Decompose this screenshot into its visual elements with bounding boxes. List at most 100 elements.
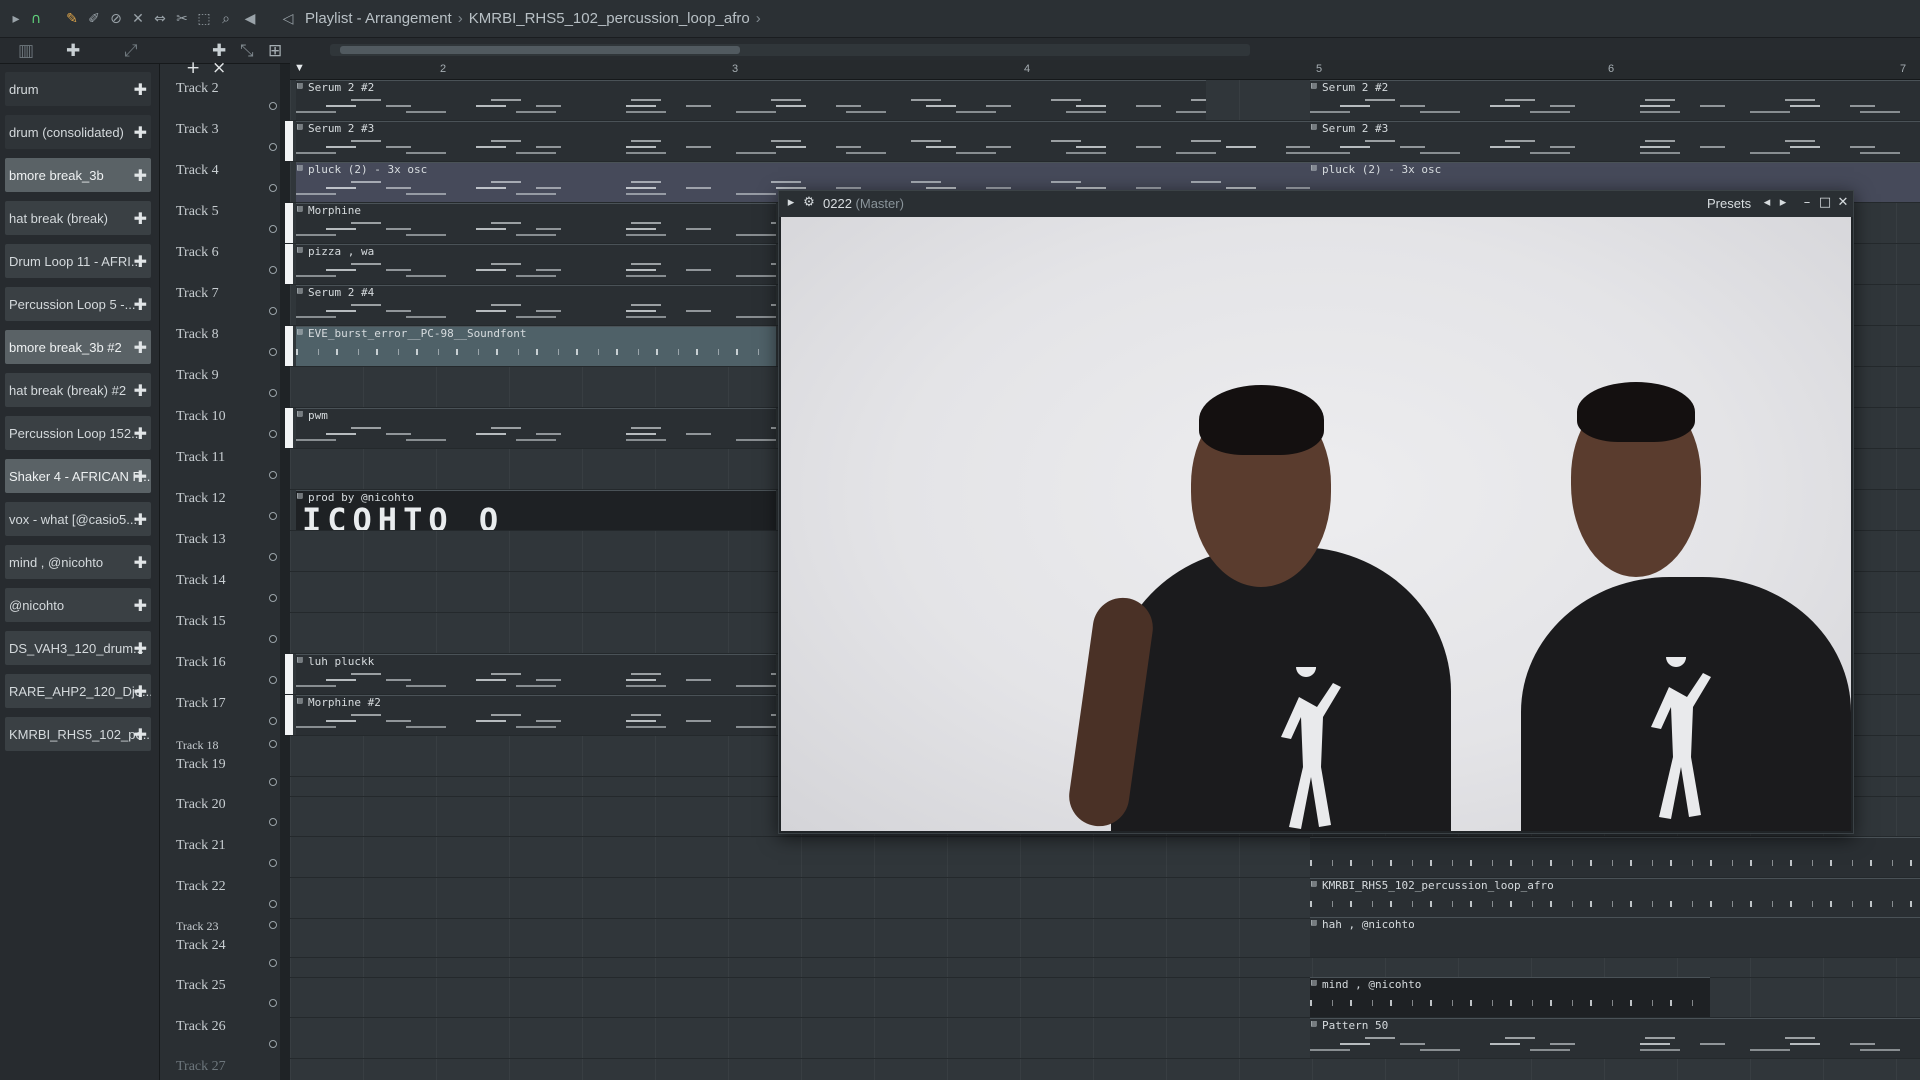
picker-item[interactable]: hat break (break) #2 ✚ [5, 373, 151, 407]
picker-item[interactable]: @nicohto ✚ [5, 588, 151, 622]
track-label[interactable]: Track 3 [176, 122, 219, 138]
track-enable-toggle[interactable] [269, 1040, 277, 1048]
add-icon[interactable]: ✚ [134, 338, 147, 357]
picker-item[interactable]: vox - what [@casio5... ✚ [5, 502, 151, 536]
add-icon[interactable]: ✚ [134, 467, 147, 486]
magnet-icon[interactable]: ∩ [28, 11, 44, 27]
preset-next-icon[interactable]: ▸ [1775, 195, 1791, 211]
picker-item[interactable]: bmore break_3b #2 ✚ [5, 330, 151, 364]
picker-item[interactable]: mind , @nicohto ✚ [5, 545, 151, 579]
track-enable-toggle[interactable] [269, 430, 277, 438]
add-icon[interactable]: ✚ [134, 166, 147, 185]
select-icon[interactable]: ⬚ [196, 11, 212, 27]
track-enable-toggle[interactable] [269, 921, 277, 929]
playlist-clip[interactable]: EVE_burst_error__PC-98__Soundfont [296, 326, 776, 366]
slip-icon[interactable]: ⇔ [152, 11, 168, 27]
track-enable-toggle[interactable] [269, 389, 277, 397]
track-label[interactable]: Track 2 [176, 81, 219, 97]
track-enable-toggle[interactable] [269, 900, 277, 908]
horizontal-scrollbar[interactable] [330, 44, 1250, 56]
track-enable-toggle[interactable] [269, 512, 277, 520]
track-label[interactable]: Track 9 [176, 368, 219, 384]
track-enable-toggle[interactable] [269, 143, 277, 151]
playlist-clip[interactable]: luh pluckk [296, 654, 776, 694]
track-label[interactable]: Track 16 [176, 655, 226, 671]
add-icon[interactable]: ✚ [134, 80, 147, 99]
zoom-icon[interactable]: ⌕ [218, 11, 234, 27]
picker-add-icon[interactable]: ✚ [66, 42, 80, 60]
picker-item[interactable]: Percussion Loop 5 -... ✚ [5, 287, 151, 321]
picker-item[interactable]: Shaker 4 - AFRICAN P... ✚ [5, 459, 151, 493]
track-label[interactable]: Track 13 [176, 532, 226, 548]
picker-item[interactable]: KMRBI_RHS5_102_pe... ✚ [5, 717, 151, 751]
playlist-clip[interactable]: Morphine [296, 203, 776, 243]
track-label[interactable]: Track 22 [176, 879, 226, 895]
track-enable-toggle[interactable] [269, 594, 277, 602]
speaker-icon[interactable]: ◀ [242, 11, 258, 27]
track-label[interactable]: Track 5 [176, 204, 219, 220]
add-icon[interactable]: ✚ [134, 209, 147, 228]
preset-prev-icon[interactable]: ◂ [1759, 195, 1775, 211]
track-enable-toggle[interactable] [269, 818, 277, 826]
minimize-icon[interactable]: – [1799, 195, 1815, 211]
track-label[interactable]: Track 14 [176, 573, 226, 589]
track-label[interactable]: Track 10 [176, 409, 226, 425]
close-icon[interactable]: ✕ [1835, 195, 1851, 211]
picker-link-icon[interactable]: ⤢ [124, 42, 138, 60]
audio-icon[interactable]: ◁ [280, 11, 296, 27]
add-icon[interactable]: ✚ [134, 252, 147, 271]
track-enable-toggle[interactable] [269, 225, 277, 233]
track-enable-toggle[interactable] [269, 635, 277, 643]
playlist-clip[interactable]: Serum 2 #2 [296, 80, 1206, 120]
track-label[interactable]: Track 25 [176, 978, 226, 994]
add-icon[interactable]: ✚ [134, 510, 147, 529]
playlist-clip[interactable]: Serum 2 #2 [1310, 80, 1920, 120]
video-titlebar[interactable]: ▸ ⚙ 0222 (Master) Presets ◂ ▸ – □ ✕ [779, 191, 1853, 217]
gear-icon[interactable]: ⚙ [801, 195, 817, 211]
arrow-right-icon[interactable]: ▸ [8, 11, 24, 27]
picker-item[interactable]: drum ✚ [5, 72, 151, 106]
add-icon[interactable]: ✚ [134, 639, 147, 658]
track-label[interactable]: Track 20 [176, 797, 226, 813]
picker-item[interactable]: bmore break_3b ✚ [5, 158, 151, 192]
track-enable-toggle[interactable] [269, 778, 277, 786]
slice-icon[interactable]: ✂ [174, 11, 190, 27]
playlist-clip[interactable]: pwm [296, 408, 776, 448]
add-icon[interactable]: ✚ [134, 553, 147, 572]
add-icon[interactable]: ✚ [134, 295, 147, 314]
track-enable-toggle[interactable] [269, 184, 277, 192]
track-enable-toggle[interactable] [269, 959, 277, 967]
track-label[interactable]: Track 27 [176, 1059, 226, 1075]
track-label[interactable]: Track 12 [176, 491, 226, 507]
track-enable-toggle[interactable] [269, 307, 277, 315]
expand-arrow-icon[interactable]: ▸ [783, 195, 799, 211]
track-label[interactable]: Track 17 [176, 696, 226, 712]
picker-item[interactable]: drum (consolidated) ✚ [5, 115, 151, 149]
track-enable-toggle[interactable] [269, 740, 277, 748]
track-enable-toggle[interactable] [269, 859, 277, 867]
track-enable-toggle[interactable] [269, 999, 277, 1007]
track-label[interactable]: Track 15 [176, 614, 226, 630]
track-enable-toggle[interactable] [269, 471, 277, 479]
picker-item[interactable]: Percussion Loop 152... ✚ [5, 416, 151, 450]
playlist-clip[interactable]: Serum 2 #3 [1310, 121, 1920, 161]
track-label[interactable]: Track 11 [176, 450, 225, 466]
add-icon[interactable]: ✚ [134, 725, 147, 744]
picker-item[interactable]: hat break (break) ✚ [5, 201, 151, 235]
picker-item[interactable]: Drum Loop 11 - AFRI... ✚ [5, 244, 151, 278]
add-icon[interactable]: ✚ [134, 424, 147, 443]
presets-label[interactable]: Presets [1707, 196, 1751, 211]
playhead-marker-icon[interactable]: ▼ [294, 62, 305, 74]
track-label[interactable]: Track 4 [176, 163, 219, 179]
track-enable-toggle[interactable] [269, 717, 277, 725]
playlist-clip[interactable]: prod by @nicohtoICOHTO O [296, 490, 776, 530]
add-icon[interactable]: ✚ [134, 682, 147, 701]
timeline-ruler[interactable]: ▼ 2 3 4 5 6 7 [290, 60, 1920, 80]
track-enable-toggle[interactable] [269, 266, 277, 274]
mute-icon[interactable]: ✕ [130, 11, 146, 27]
close-track-icon[interactable]: × [212, 58, 226, 78]
track-label[interactable]: Track 24 [176, 938, 226, 954]
playlist-clip[interactable]: pizza , wa [296, 244, 776, 284]
track-enable-toggle[interactable] [269, 102, 277, 110]
picker-view-icon[interactable]: ▥ [18, 42, 34, 60]
